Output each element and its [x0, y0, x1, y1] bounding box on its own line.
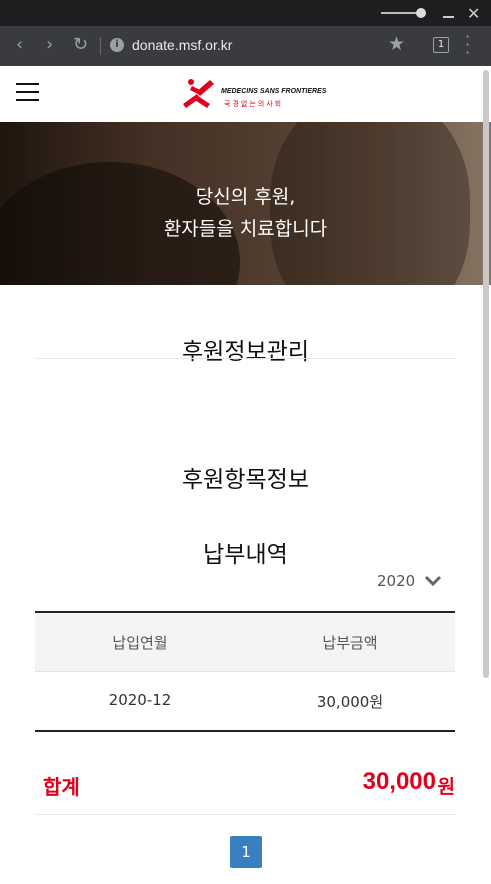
url-bar[interactable]: donate.msf.or.kr [132, 37, 232, 53]
year-select[interactable]: 2020 [370, 568, 450, 594]
hamburger-line [16, 91, 39, 93]
bookmark-star-icon[interactable]: ★ [388, 33, 405, 55]
hamburger-menu-icon[interactable] [14, 80, 42, 106]
table-header-amount: 납부금액 [322, 634, 378, 652]
logo-text-en: MEDECINS SANS FRONTIERES [221, 88, 327, 95]
year-select-value: 2020 [377, 572, 416, 590]
back-icon[interactable]: ‹ [16, 35, 23, 55]
management-title: 후원정보관리 [182, 339, 309, 365]
pagination-page-button[interactable]: 1 [230, 836, 262, 868]
forward-icon[interactable]: › [46, 35, 53, 55]
close-icon[interactable]: ✕ [467, 4, 480, 23]
total-unit: 원 [437, 776, 455, 798]
table-header-month: 납입연월 [112, 634, 168, 652]
hero-line-2: 환자들을 치료합니다 [163, 218, 328, 240]
chevron-down-icon [424, 575, 442, 587]
table-bottom-border [35, 730, 455, 732]
hamburger-line [16, 83, 39, 85]
total-label: 합계 [43, 775, 80, 799]
table-header-row: 납입연월 납부금액 [35, 613, 455, 672]
minimize-icon[interactable] [443, 16, 454, 18]
table-cell-month: 2020-12 [108, 691, 172, 709]
management-divider [35, 358, 455, 359]
table-cell-amount: 30,000원 [316, 693, 384, 711]
hamburger-line [16, 99, 39, 101]
toolbar-separator [100, 37, 101, 55]
item-info-title: 후원항목정보 [182, 467, 309, 493]
tab-count-icon[interactable]: 1 [433, 37, 449, 53]
total-divider [35, 814, 455, 815]
hero-line-1: 당신의 후원, [195, 186, 296, 208]
hero-banner: 당신의 후원, 환자들을 치료합니다 [0, 122, 491, 285]
logo-text-ko: 국경없는의사회 [224, 100, 284, 108]
page-scrollbar[interactable] [483, 70, 489, 678]
total-amount: 30,000 [362, 768, 436, 795]
table-row: 2020-12 30,000원 [35, 672, 455, 730]
window-titlebar: ✕ [0, 0, 491, 26]
msf-logo[interactable]: MEDECINS SANS FRONTIERES 국경없는의사회 [180, 76, 326, 114]
window-slider-handle[interactable] [416, 8, 426, 18]
reload-icon[interactable]: ↻ [73, 35, 88, 55]
info-icon[interactable]: i [110, 38, 124, 52]
menu-dots-icon[interactable]: · · · [465, 29, 470, 61]
payment-history-title: 납부내역 [203, 542, 288, 568]
msf-logo-icon [183, 79, 214, 108]
